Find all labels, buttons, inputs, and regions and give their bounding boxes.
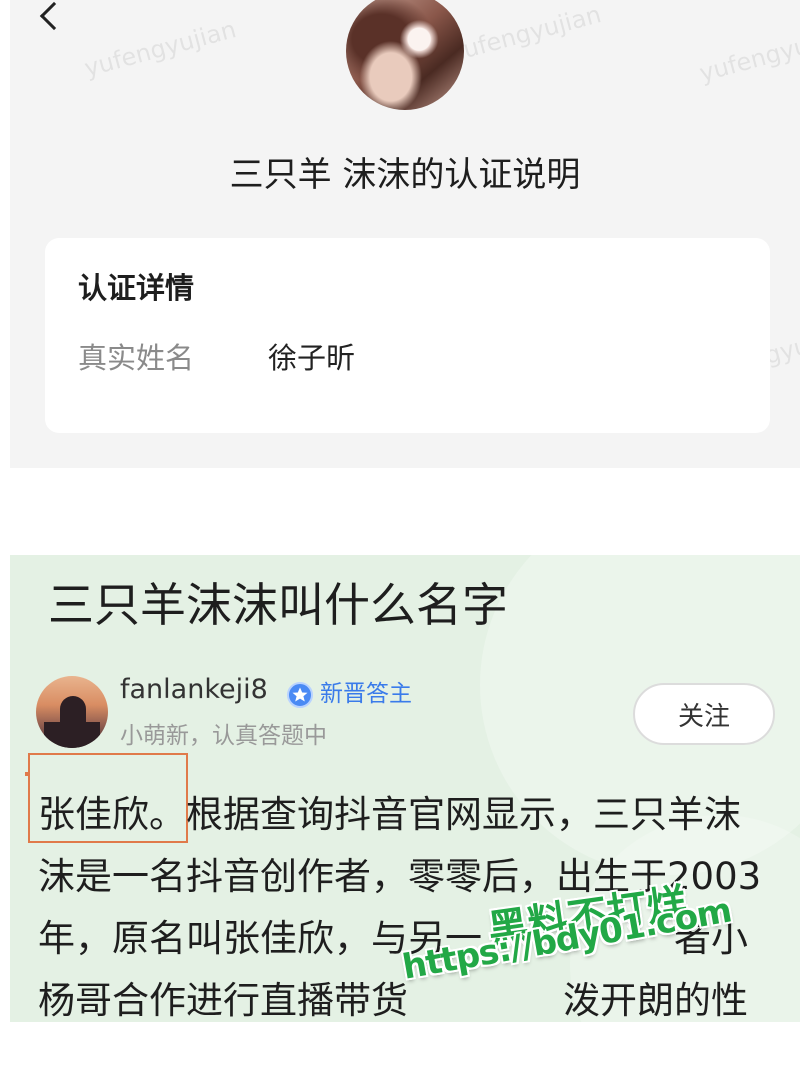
page-title: 三只羊 沫沫的认证说明 [229, 155, 581, 195]
follow-button[interactable]: 关注 [633, 683, 775, 745]
avatar[interactable] [36, 676, 108, 748]
avatar[interactable] [346, 0, 464, 110]
answer-text: 根据查询抖音官网显示，三只羊沫 [186, 793, 741, 836]
answer-highlight: 张佳欣。 [38, 793, 186, 836]
answerer-badge: 新晋答主 [320, 681, 412, 707]
avatar-building-shape [44, 722, 100, 748]
highlight-marker [25, 772, 29, 776]
answer-line: 杨哥合作进行直播带货 [38, 979, 408, 1022]
watermark-text: yufengyujian [696, 20, 800, 88]
real-name-value: 徐子昕 [268, 341, 356, 375]
star-badge-icon [287, 682, 313, 708]
certification-card: 认证详情 真实姓名 徐子昕 [45, 238, 770, 433]
answerer-username[interactable]: fanlankeji8 [120, 672, 268, 708]
answer-line: 张佳欣。根据查询抖音官网显示，三只羊沫 [38, 790, 741, 840]
watermark-text: yufengyujian [81, 15, 240, 83]
real-name-label: 真实姓名 [78, 341, 195, 375]
chevron-left-icon[interactable] [39, 1, 69, 31]
watermark-text: yufengyujian [446, 0, 605, 68]
answer-line-fragment: 泼开朗的性 [563, 979, 748, 1022]
question-title: 三只羊沫沫叫什么名字 [48, 578, 508, 632]
answerer-status: 小萌新，认真答题中 [120, 723, 327, 749]
certification-panel: yufengyujian yufengyujian yufengyujian y… [10, 0, 800, 468]
card-heading: 认证详情 [78, 271, 195, 305]
